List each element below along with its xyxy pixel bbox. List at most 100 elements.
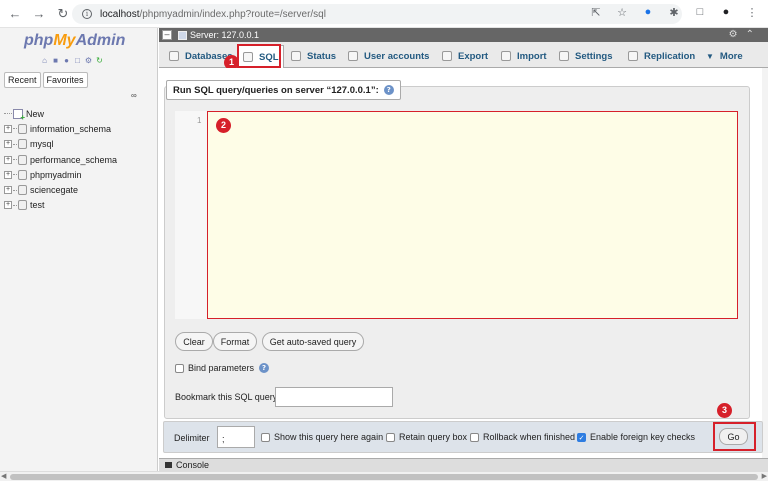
new-database-item[interactable]: New: [4, 106, 117, 122]
share-icon[interactable]: ⇱: [588, 4, 604, 20]
browser-tools: ⇱ ☆ ● ✱ □ ● ⋮: [588, 4, 760, 20]
option-label: Retain query box: [399, 432, 468, 442]
expand-icon[interactable]: +: [4, 186, 12, 195]
format-button[interactable]: Format: [213, 332, 257, 351]
bind-parameters-checkbox[interactable]: [175, 363, 184, 373]
console-bar[interactable]: Console: [159, 458, 768, 471]
tab-label: Settings: [575, 50, 613, 62]
database-tree: New + information_schema + mysql + perfo…: [4, 106, 117, 213]
puzzle-icon[interactable]: ✱: [666, 4, 682, 20]
tree-line: [13, 189, 17, 191]
tab-icon[interactable]: □: [692, 4, 708, 20]
tab-user-accounts[interactable]: User accounts: [344, 46, 433, 66]
recent-favorites-tabs: Recent Favorites: [4, 72, 88, 88]
database-name: mysql: [30, 139, 54, 150]
expand-icon[interactable]: +: [4, 170, 12, 179]
highlight-sql-tab: [237, 44, 281, 68]
expand-icon[interactable]: +: [4, 155, 12, 164]
extension-icon[interactable]: ●: [640, 4, 656, 20]
database-item[interactable]: + sciencegate: [4, 182, 117, 197]
users-icon: [348, 51, 358, 61]
logout-icon[interactable]: ■: [51, 56, 60, 65]
database-item[interactable]: + phpmyadmin: [4, 167, 117, 182]
database-name: performance_schema: [30, 154, 118, 165]
tab-more[interactable]: ▼ More: [702, 46, 747, 66]
tab-label: Export: [458, 50, 489, 62]
phpmyadmin-logo[interactable]: phpMyAdmin: [24, 32, 125, 50]
tab-replication[interactable]: Replication: [624, 46, 699, 66]
tree-line: [13, 159, 17, 161]
option-foreign-key-checks: ✓ Enable foreign key checks: [577, 432, 695, 442]
help-icon[interactable]: ●: [62, 56, 71, 65]
scrollbar-thumb[interactable]: [10, 474, 758, 480]
tab-label: Replication: [644, 50, 696, 62]
delimiter-input[interactable]: ;: [217, 426, 255, 448]
tab-export[interactable]: Export: [438, 46, 492, 66]
delimiter-label: Delimiter: [174, 433, 210, 443]
collapse-up-icon[interactable]: ⌃: [746, 29, 754, 40]
bookmark-input[interactable]: [275, 387, 393, 407]
show-query-checkbox[interactable]: [261, 432, 270, 442]
tab-import[interactable]: Import: [497, 46, 551, 66]
option-retain-query-box: Retain query box: [386, 432, 467, 442]
retain-query-box-checkbox[interactable]: [386, 432, 395, 442]
clear-button[interactable]: Clear: [175, 332, 213, 351]
step-badge-3: 3: [717, 403, 732, 418]
help-icon[interactable]: ?: [259, 363, 270, 373]
reload-icon[interactable]: ↻: [52, 3, 74, 25]
database-item[interactable]: + test: [4, 198, 117, 213]
line-number: 1: [197, 116, 202, 125]
tab-status[interactable]: Status: [287, 46, 340, 66]
tree-line: [13, 143, 17, 145]
docs-icon[interactable]: □: [73, 56, 82, 65]
rollback-checkbox[interactable]: [470, 432, 479, 442]
gear-icon[interactable]: ⚙: [729, 29, 738, 40]
export-icon: [442, 51, 452, 61]
console-label: Console: [176, 460, 210, 470]
database-item[interactable]: + performance_schema: [4, 152, 117, 167]
sql-query-editor[interactable]: [207, 111, 738, 319]
reload-nav-icon[interactable]: ↻: [95, 56, 104, 65]
forward-arrow-icon[interactable]: →: [28, 3, 50, 25]
info-icon[interactable]: i: [82, 9, 92, 19]
database-item[interactable]: + mysql: [4, 137, 117, 152]
bind-parameters-label: Bind parameters: [188, 363, 255, 373]
database-icon: [18, 169, 27, 180]
gear-icon[interactable]: ⚙: [84, 56, 93, 65]
star-icon[interactable]: ☆: [614, 4, 630, 20]
database-icon: [18, 200, 27, 211]
help-icon[interactable]: ?: [383, 85, 394, 95]
tree-line: [13, 174, 17, 176]
expand-icon[interactable]: +: [4, 201, 12, 210]
import-icon: [501, 51, 511, 61]
foreign-key-checks-checkbox[interactable]: ✓: [577, 432, 586, 442]
step-badge-2: 2: [216, 118, 231, 133]
logo-my: My: [53, 32, 76, 49]
get-auto-saved-query-button[interactable]: Get auto-saved query: [262, 332, 364, 351]
database-icon: [169, 51, 179, 61]
database-name: New: [26, 108, 45, 119]
url-host: localhost: [100, 8, 140, 20]
tree-line: [13, 204, 17, 206]
server-label[interactable]: Server: 127.0.0.1: [190, 30, 259, 40]
scroll-right-icon[interactable]: ▶: [762, 472, 767, 480]
editor-gutter: [175, 111, 207, 319]
expand-icon[interactable]: +: [4, 140, 12, 149]
collapse-icon[interactable]: –: [162, 30, 172, 40]
back-arrow-icon[interactable]: ←: [4, 3, 26, 25]
scroll-left-icon[interactable]: ◀: [1, 472, 6, 480]
link-icon[interactable]: ∞: [131, 91, 137, 100]
quick-links: ⌂ ■ ● □ ⚙ ↻: [40, 56, 104, 65]
tab-settings[interactable]: Settings: [555, 46, 616, 66]
more-icon[interactable]: ⋮: [744, 4, 760, 20]
database-item[interactable]: + information_schema: [4, 121, 117, 136]
favorites-tab[interactable]: Favorites: [42, 72, 88, 88]
recent-tab[interactable]: Recent: [4, 72, 41, 88]
console-icon: [165, 462, 172, 468]
expand-icon[interactable]: +: [4, 124, 12, 133]
horizontal-scrollbar[interactable]: ◀ ▶: [0, 471, 768, 481]
new-database-icon: [13, 108, 25, 122]
profile-icon[interactable]: ●: [718, 4, 734, 20]
database-name: test: [30, 200, 45, 211]
home-icon[interactable]: ⌂: [40, 56, 49, 65]
